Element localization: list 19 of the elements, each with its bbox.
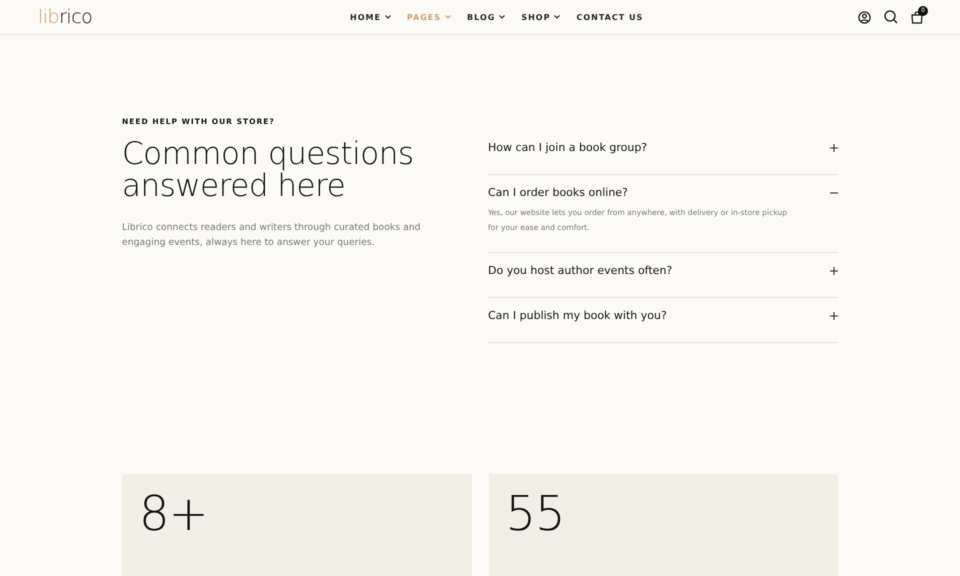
plus-icon (830, 312, 838, 320)
intro-text: Librico connects readers and writers through curated books and engaging events, always here to answer your queries. (122, 221, 422, 250)
faq-question[interactable]: Can I order books online? (488, 186, 838, 199)
nav-link[interactable]: BLOG (467, 12, 506, 22)
nav-link[interactable]: HOME (350, 12, 391, 22)
nav-link[interactable]: CONTACT US (576, 12, 644, 22)
plus-icon (830, 144, 838, 152)
search-icon[interactable] (884, 10, 898, 24)
account-icon[interactable] (858, 10, 871, 24)
plus-icon (830, 266, 838, 274)
nav-link[interactable]: SHOP (521, 12, 560, 22)
section-title: Common questions answered here (122, 138, 415, 202)
cart-icon[interactable] (911, 10, 923, 24)
logo[interactable]: librico (38, 6, 92, 28)
faq-question[interactable]: How can I join a book group? (488, 141, 838, 154)
stat-value: 8+ (139, 486, 208, 542)
faq-question[interactable]: Do you host author events often? (488, 264, 838, 277)
faq-question[interactable]: Can I publish my book with you? (488, 309, 838, 322)
stat-value: 55 (506, 486, 565, 542)
